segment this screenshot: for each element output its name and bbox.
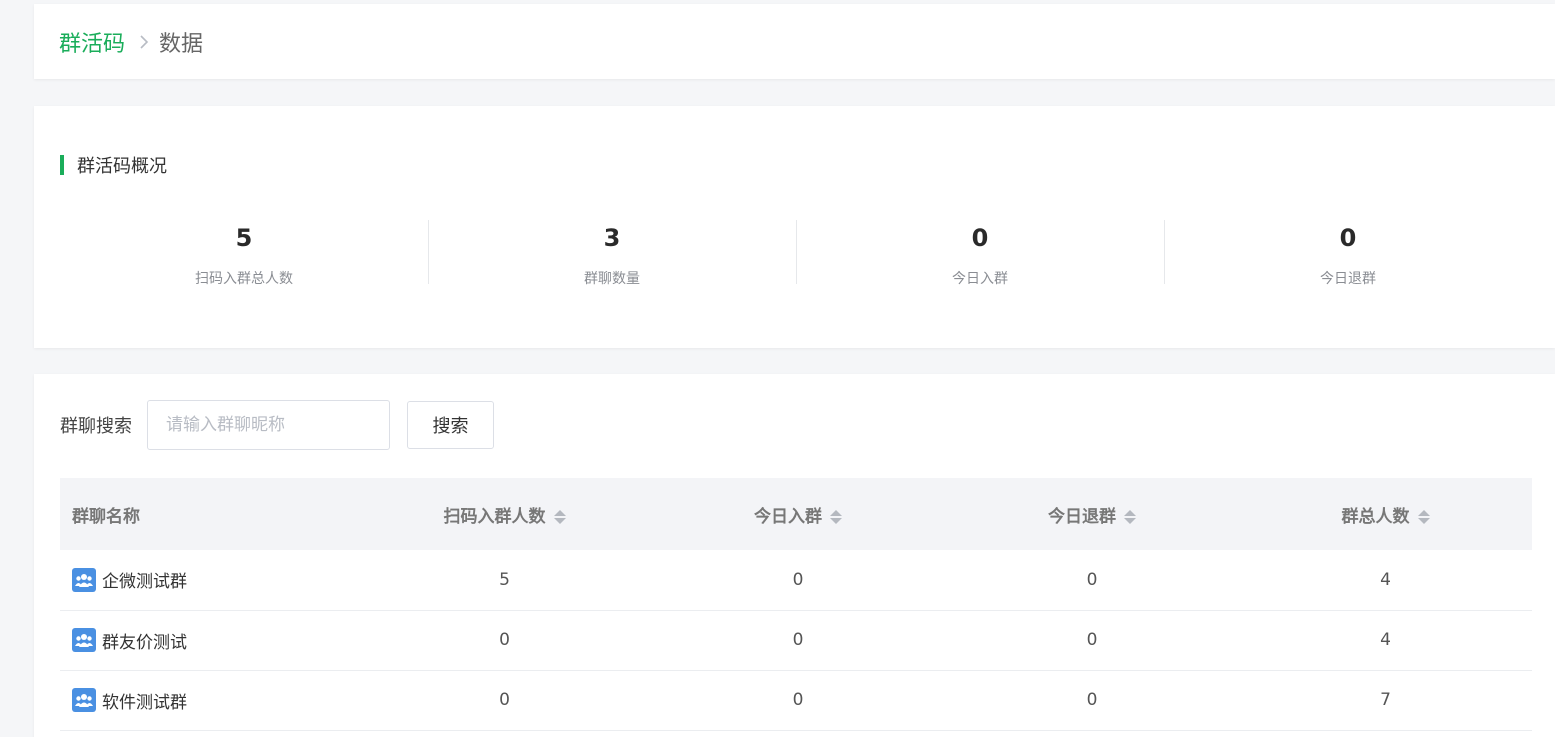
breadcrumb-card: 群活码 数据 — [34, 4, 1555, 79]
stat-today-join: 0 今日入群 — [796, 220, 1164, 287]
group-chat-icon — [72, 688, 96, 712]
breadcrumb: 群活码 数据 — [59, 4, 203, 79]
breadcrumb-parent-link[interactable]: 群活码 — [59, 26, 125, 58]
chevron-right-icon — [139, 34, 149, 50]
sort-icon[interactable] — [1417, 509, 1430, 524]
table-header-row: 群聊名称 扫码入群人数 今日入群 今日退群 群总人数 — [60, 478, 1532, 550]
stat-scan-total: 5 扫码入群总人数 — [60, 220, 428, 287]
table-row: 企微测试群 5 0 0 4 — [60, 550, 1532, 611]
cell-group-name: 软件测试群 — [60, 670, 358, 731]
group-table: 群聊名称 扫码入群人数 今日入群 今日退群 群总人数 企微测试群 5 0 0 4… — [60, 478, 1532, 731]
stat-value: 0 — [971, 224, 989, 252]
section-title-text: 群活码概况 — [77, 156, 167, 177]
group-search-input[interactable] — [147, 400, 390, 450]
cell-scan-join: 0 — [358, 610, 651, 671]
search-button[interactable]: 搜索 — [407, 401, 494, 449]
sort-icon[interactable] — [1124, 509, 1136, 524]
group-name-text: 群友价测试 — [102, 632, 187, 653]
cell-today-leave: 0 — [945, 670, 1239, 731]
stat-value: 5 — [235, 224, 253, 252]
cell-scan-join: 5 — [358, 550, 651, 611]
table-row: 群友价测试 0 0 0 4 — [60, 610, 1532, 671]
overview-card: 群活码概况 5 扫码入群总人数 3 群聊数量 0 今日入群 0 今日退群 — [34, 106, 1555, 348]
search-label: 群聊搜索 — [60, 416, 132, 437]
title-accent-bar — [60, 155, 64, 175]
table-row: 软件测试群 0 0 0 7 — [60, 670, 1532, 731]
cell-today-join: 0 — [651, 670, 945, 731]
cell-total: 4 — [1239, 610, 1532, 671]
breadcrumb-current: 数据 — [159, 31, 204, 57]
group-chat-icon — [72, 628, 96, 652]
stats-row: 5 扫码入群总人数 3 群聊数量 0 今日入群 0 今日退群 — [60, 220, 1532, 287]
stat-label: 今日退群 — [1320, 271, 1376, 287]
cell-total: 7 — [1239, 670, 1532, 731]
stat-value: 3 — [603, 224, 621, 252]
cell-total: 4 — [1239, 550, 1532, 611]
stat-label: 扫码入群总人数 — [195, 271, 293, 287]
cell-group-name: 企微测试群 — [60, 550, 358, 611]
stat-label: 今日入群 — [952, 271, 1008, 287]
cell-group-name: 群友价测试 — [60, 610, 358, 671]
cell-today-join: 0 — [651, 610, 945, 671]
group-name-text: 企微测试群 — [102, 572, 187, 593]
column-header-today-leave[interactable]: 今日退群 — [945, 478, 1239, 550]
group-chat-icon — [72, 567, 96, 592]
sort-icon[interactable] — [553, 509, 566, 524]
group-name-text: 软件测试群 — [102, 692, 187, 713]
column-header-today-join[interactable]: 今日入群 — [651, 478, 945, 550]
column-header-scan-join[interactable]: 扫码入群人数 — [358, 478, 651, 550]
search-row: 群聊搜索 搜索 — [60, 400, 494, 450]
cell-today-leave: 0 — [945, 550, 1239, 611]
stat-group-count: 3 群聊数量 — [428, 220, 796, 287]
sort-icon[interactable] — [830, 509, 842, 524]
stat-today-leave: 0 今日退群 — [1164, 220, 1532, 287]
section-title: 群活码概况 — [60, 152, 167, 178]
cell-today-leave: 0 — [945, 610, 1239, 671]
column-header-group-name: 群聊名称 — [60, 478, 358, 550]
stat-value: 0 — [1339, 224, 1357, 252]
cell-today-join: 0 — [651, 550, 945, 611]
column-header-total[interactable]: 群总人数 — [1239, 478, 1532, 550]
group-list-card: 群聊搜索 搜索 群聊名称 扫码入群人数 今日入群 今日退群 群总人数 — [34, 374, 1555, 737]
stat-label: 群聊数量 — [584, 271, 640, 287]
cell-scan-join: 0 — [358, 670, 651, 731]
